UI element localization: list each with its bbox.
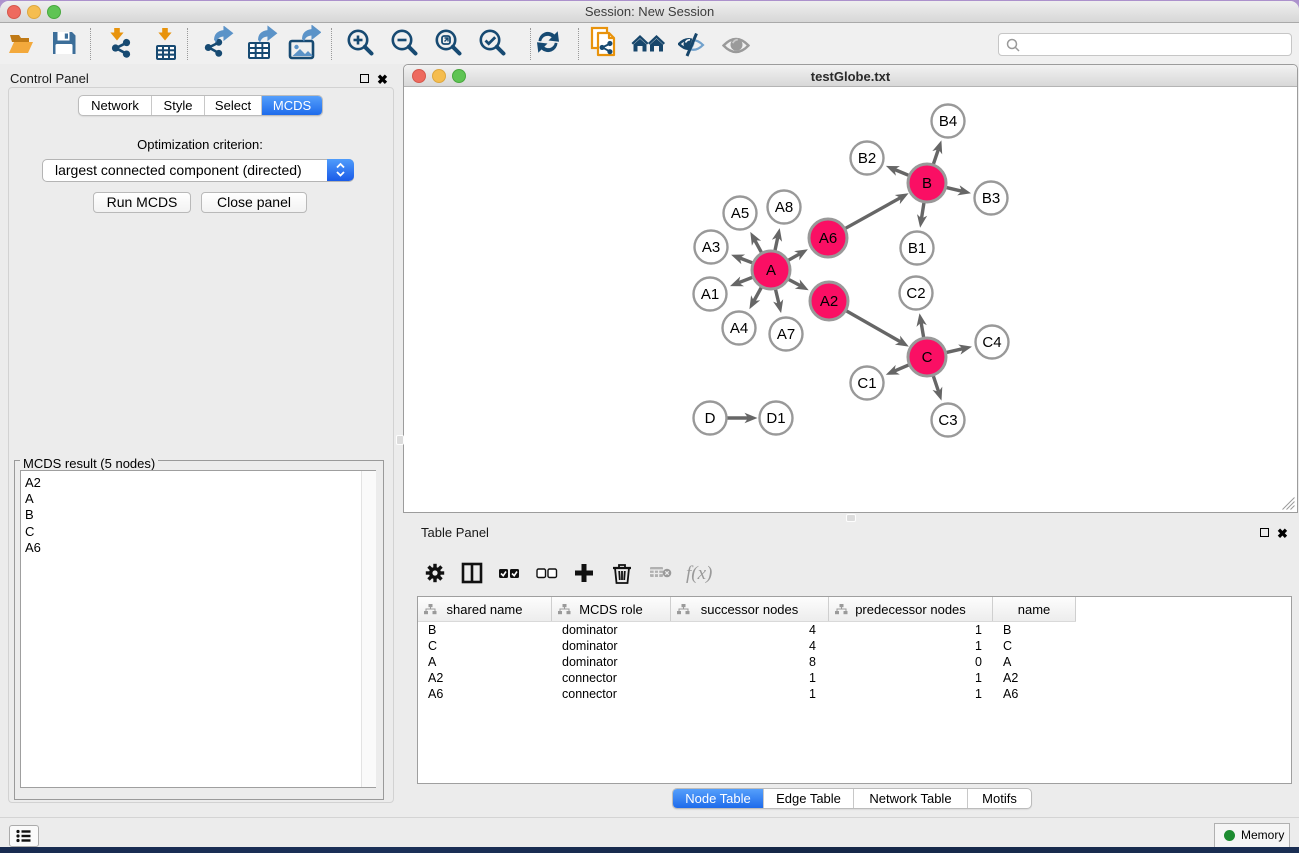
svg-text:B: B xyxy=(922,175,932,192)
svg-text:C1: C1 xyxy=(857,375,876,392)
svg-text:B1: B1 xyxy=(908,240,926,257)
svg-text:C3: C3 xyxy=(938,412,957,429)
svg-text:A3: A3 xyxy=(702,239,720,256)
svg-text:B3: B3 xyxy=(982,190,1000,207)
svg-text:A5: A5 xyxy=(731,205,749,222)
svg-text:C2: C2 xyxy=(906,285,925,302)
svg-text:A8: A8 xyxy=(775,199,793,216)
svg-text:D1: D1 xyxy=(766,410,785,427)
svg-text:C4: C4 xyxy=(982,334,1001,351)
svg-text:A1: A1 xyxy=(701,286,719,303)
svg-text:f(x): f(x) xyxy=(686,563,712,584)
svg-text:A: A xyxy=(766,262,776,279)
svg-text:A2: A2 xyxy=(820,293,838,310)
svg-text:C: C xyxy=(922,349,933,366)
svg-text:D: D xyxy=(705,410,716,427)
svg-text:A7: A7 xyxy=(777,326,795,343)
svg-text:A4: A4 xyxy=(730,320,748,337)
svg-text:A6: A6 xyxy=(819,230,837,247)
svg-text:B4: B4 xyxy=(939,113,957,130)
svg-text:B2: B2 xyxy=(858,150,876,167)
